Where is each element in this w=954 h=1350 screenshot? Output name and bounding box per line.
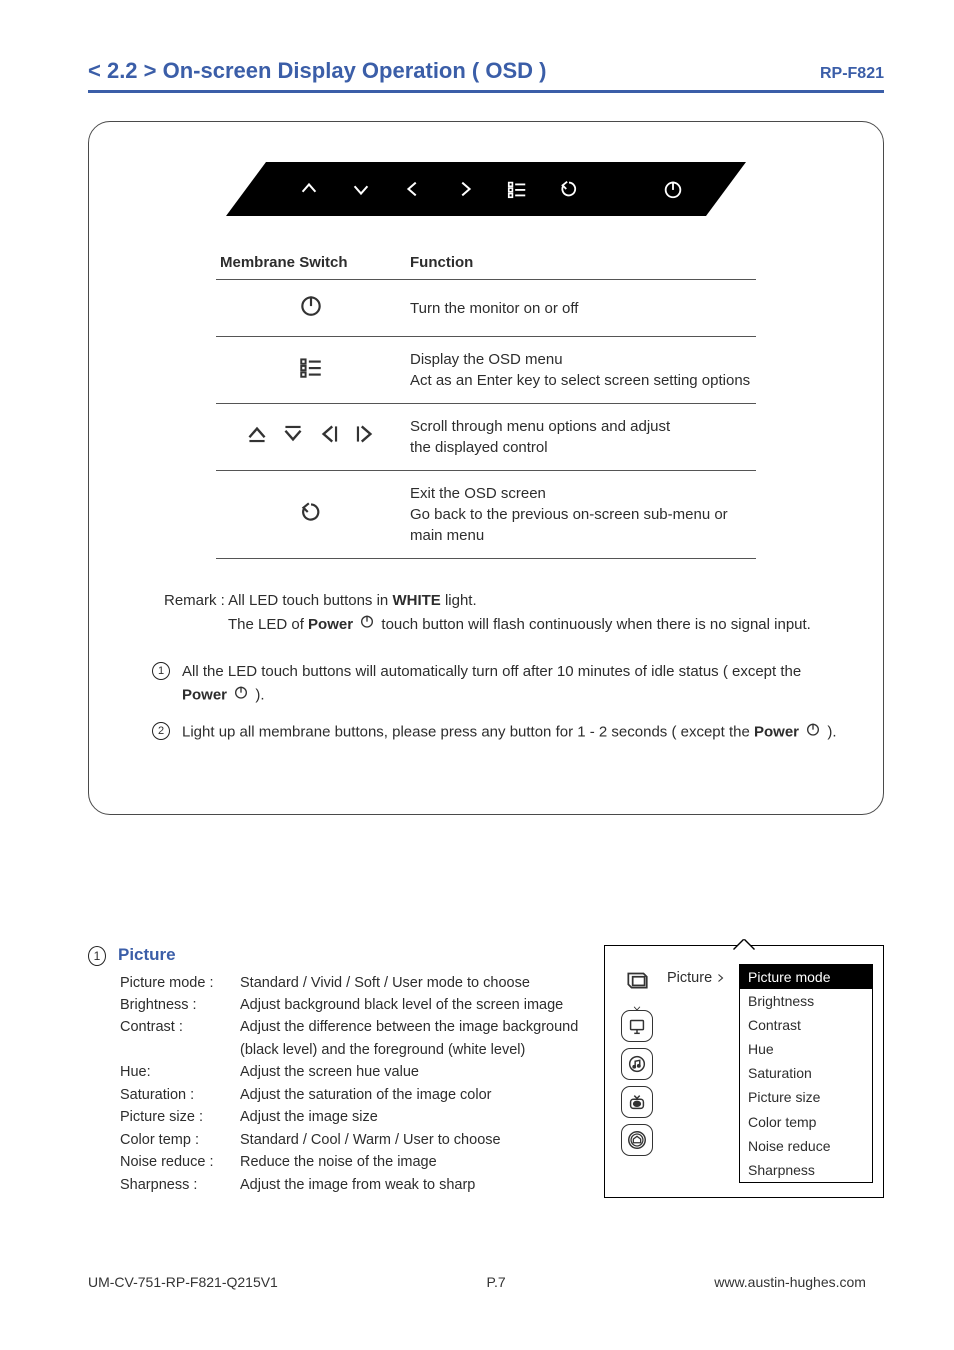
osd-menu-item: Color temp (740, 1110, 872, 1134)
setting-desc: Reduce the noise of the image (240, 1151, 588, 1173)
down-icon (348, 176, 374, 202)
osd-menu-item: Sharpness (740, 1158, 872, 1182)
down-icon (280, 421, 306, 453)
osd-panel: Membrane Switch Function Turn the monito… (88, 121, 884, 815)
tv-icon (621, 1086, 653, 1118)
osd-menu-item: Brightness (740, 989, 872, 1013)
power-icon (359, 613, 375, 637)
setting-name: Picture size : (120, 1106, 240, 1128)
power-icon (660, 176, 686, 202)
button-bar (226, 162, 746, 216)
left-icon (400, 176, 426, 202)
setting-name: Saturation : (120, 1084, 240, 1106)
up-icon (296, 176, 322, 202)
setting-desc: Standard / Cool / Warm / User to choose (240, 1129, 588, 1151)
osd-menu-item: Picture mode (740, 965, 872, 989)
remark-block: Remark : All LED touch buttons in WHITE … (164, 589, 848, 637)
home-icon (621, 1124, 653, 1156)
setting-desc: Adjust the difference between the image … (240, 1016, 588, 1061)
picture-frame-icon (620, 966, 654, 994)
power-icon (805, 721, 821, 745)
setting-desc: Adjust the image size (240, 1106, 588, 1128)
doc-code: UM-CV-751-RP-F821-Q215V1 (88, 1274, 278, 1290)
note-text: All the LED touch buttons will automatic… (182, 661, 848, 707)
osd-menu-item: Saturation (740, 1061, 872, 1085)
back-icon (556, 176, 582, 202)
pc-icon (621, 1010, 653, 1042)
page-number: P.7 (486, 1274, 505, 1290)
function-desc: Scroll through menu options and adjustth… (406, 404, 756, 471)
menu-icon (298, 354, 324, 386)
osd-menu-item: Hue (740, 1037, 872, 1061)
function-desc: Turn the monitor on or off (406, 280, 756, 337)
function-desc: Exit the OSD screenGo back to the previo… (406, 471, 756, 559)
setting-name: Noise reduce : (120, 1151, 240, 1173)
setting-desc: Adjust the image from weak to sharp (240, 1174, 588, 1196)
setting-name: Hue: (120, 1061, 240, 1083)
site-url: www.austin-hughes.com (714, 1274, 866, 1290)
switch-table: Membrane Switch Function Turn the monito… (216, 246, 756, 559)
setting-desc: Standard / Vivid / Soft / User mode to c… (240, 972, 588, 994)
function-desc: Display the OSD menuAct as an Enter key … (406, 337, 756, 404)
osd-menu-item: Contrast (740, 1013, 872, 1037)
back-icon (298, 499, 324, 531)
setting-name: Sharpness : (120, 1174, 240, 1196)
osd-menu: Picture modeBrightnessContrastHueSaturat… (739, 964, 873, 1184)
music-icon (621, 1048, 653, 1080)
left-icon (316, 421, 342, 453)
right-icon (452, 176, 478, 202)
setting-desc: Adjust the screen hue value (240, 1061, 588, 1083)
setting-name: Picture mode : (120, 972, 240, 994)
note-number: 1 (152, 662, 170, 680)
osd-category-label: Picture (667, 970, 712, 986)
setting-desc: Adjust background black level of the scr… (240, 994, 588, 1016)
section-number: 1 (88, 946, 106, 966)
note-number: 2 (152, 722, 170, 740)
up-icon (244, 421, 270, 453)
th-function: Function (406, 246, 756, 280)
power-icon (233, 684, 249, 708)
setting-name: Brightness : (120, 994, 240, 1016)
setting-desc: Adjust the saturation of the image color (240, 1084, 588, 1106)
setting-name: Contrast : (120, 1016, 240, 1061)
setting-name: Color temp : (120, 1129, 240, 1151)
section-title: Picture (118, 945, 176, 965)
page-title: < 2.2 > On-screen Display Operation ( OS… (88, 58, 546, 84)
osd-preview: Picture Picture modeBrightnessContrastHu… (604, 945, 884, 1199)
right-icon (352, 421, 378, 453)
osd-menu-item: Picture size (740, 1085, 872, 1109)
model-code: RP-F821 (820, 65, 884, 83)
note-text: Light up all membrane buttons, please pr… (182, 721, 837, 745)
th-switch: Membrane Switch (216, 246, 406, 280)
osd-menu-item: Noise reduce (740, 1134, 872, 1158)
power-icon (298, 292, 324, 324)
menu-icon (504, 176, 530, 202)
